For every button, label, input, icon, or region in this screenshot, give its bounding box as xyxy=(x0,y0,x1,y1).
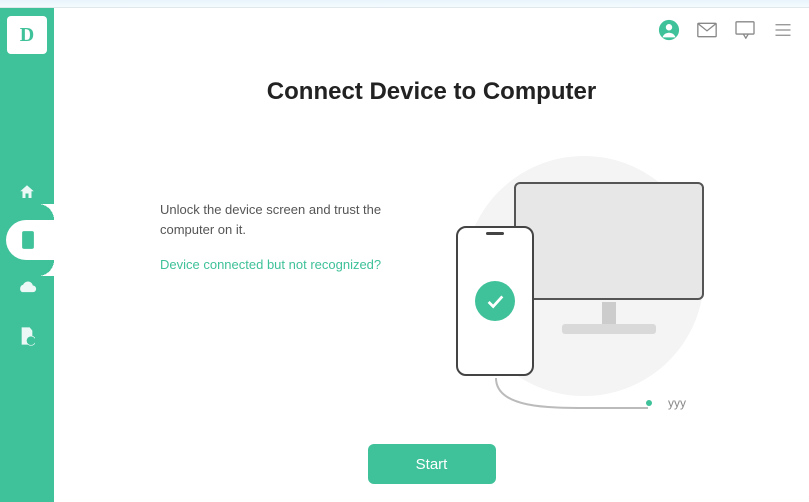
page-title: Connect Device to Computer xyxy=(84,78,779,106)
status-label: yyy xyxy=(668,396,686,410)
sidebar-item-cloud[interactable] xyxy=(0,268,54,308)
device-icon xyxy=(20,230,36,250)
phone-notch xyxy=(486,232,504,235)
monitor-icon xyxy=(514,182,704,300)
check-circle-icon xyxy=(475,281,515,321)
sidebar: D xyxy=(0,8,54,502)
home-icon xyxy=(18,183,36,201)
illustration xyxy=(424,166,779,416)
instruction-text: Unlock the device screen and trust the c… xyxy=(160,200,404,239)
content: Connect Device to Computer Unlock the de… xyxy=(54,52,809,502)
user-icon xyxy=(658,19,680,41)
cable-icon xyxy=(488,378,648,418)
comment-icon xyxy=(735,21,755,39)
app-logo: D xyxy=(7,16,47,54)
status-indicator: yyy xyxy=(646,396,686,410)
checkmark-icon xyxy=(484,290,506,312)
phone-icon xyxy=(456,226,534,376)
file-transfer-icon xyxy=(19,326,35,346)
main-area: Connect Device to Computer Unlock the de… xyxy=(54,8,809,502)
cloud-icon xyxy=(17,280,37,296)
mail-icon xyxy=(697,22,717,38)
monitor-neck xyxy=(602,302,616,326)
instruction-column: Unlock the device screen and trust the c… xyxy=(84,166,404,416)
sidebar-item-file[interactable] xyxy=(0,316,54,356)
topbar xyxy=(54,8,809,52)
app-frame: D Con xyxy=(0,8,809,502)
monitor-base xyxy=(562,324,656,334)
menu-icon xyxy=(774,23,792,37)
body-row: Unlock the device screen and trust the c… xyxy=(84,166,779,416)
window-titlebar xyxy=(0,0,809,8)
feedback-button[interactable] xyxy=(733,18,757,42)
mail-button[interactable] xyxy=(695,18,719,42)
status-dot-icon xyxy=(646,400,652,406)
user-button[interactable] xyxy=(657,18,681,42)
sidebar-item-device[interactable] xyxy=(6,220,54,260)
help-link[interactable]: Device connected but not recognized? xyxy=(160,257,381,272)
start-button[interactable]: Start xyxy=(368,444,496,484)
menu-button[interactable] xyxy=(771,18,795,42)
